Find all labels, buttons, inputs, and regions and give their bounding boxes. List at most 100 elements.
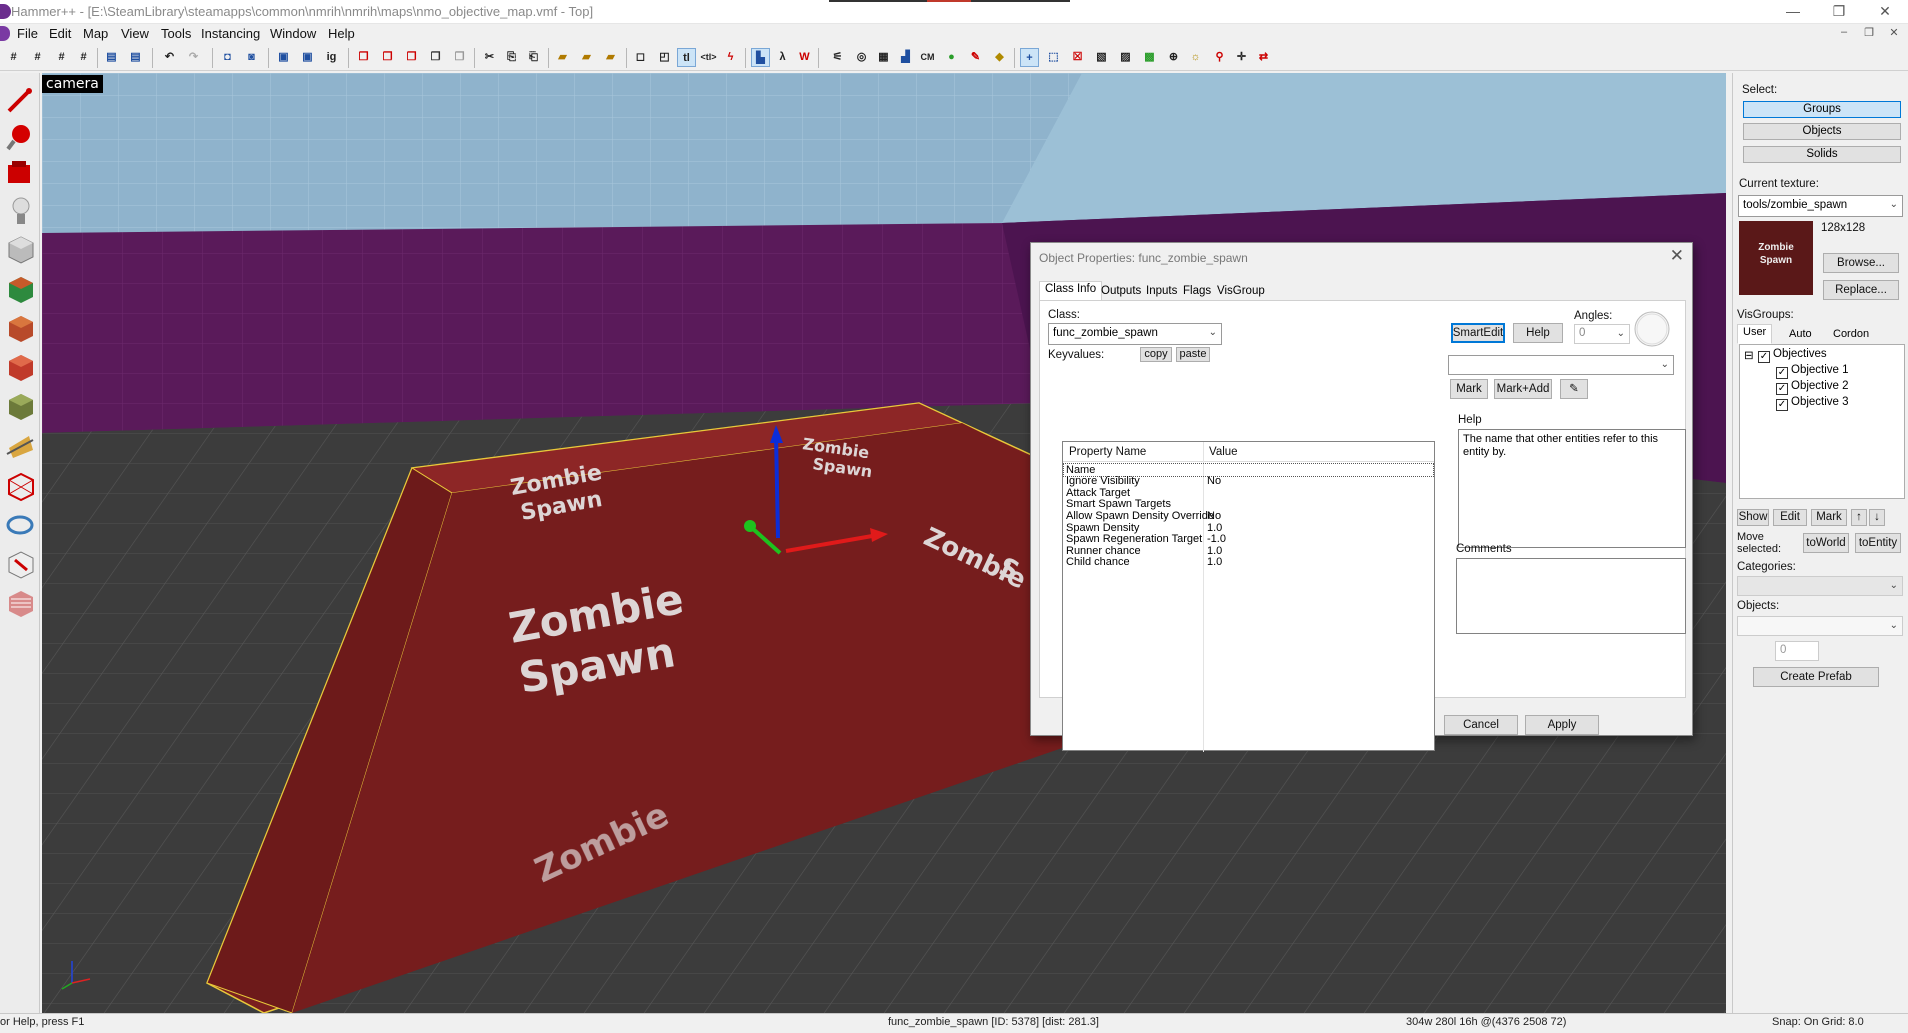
dialog-close-button[interactable]: ✕ — [1670, 246, 1684, 266]
show-hidden-icon[interactable]: ▣ — [298, 48, 317, 67]
tab-vis-auto[interactable]: Auto — [1783, 326, 1818, 344]
pin-icon[interactable]: ⚲ — [1210, 48, 1229, 67]
menu-map[interactable]: Map — [83, 26, 108, 41]
angle-dial-icon[interactable] — [1632, 309, 1672, 349]
texture-dropdown[interactable]: tools/zombie_spawn ⌄ — [1738, 195, 1903, 217]
move-icon[interactable]: ✛ — [1232, 48, 1251, 67]
menu-instancing[interactable]: Instancing — [201, 26, 260, 41]
angles-dropdown[interactable]: 0 ⌄ — [1574, 324, 1630, 344]
edit-button[interactable]: Edit — [1773, 509, 1807, 526]
undo-icon[interactable]: ↶ — [160, 48, 179, 67]
menu-window[interactable]: Window — [270, 26, 316, 41]
decal-tool-icon[interactable] — [3, 349, 37, 383]
lambda-icon[interactable]: λ — [773, 48, 792, 67]
grid-box-icon[interactable]: ▦ — [874, 48, 893, 67]
radar-icon[interactable]: ◎ — [852, 48, 871, 67]
cancel-button[interactable]: Cancel — [1444, 715, 1518, 735]
close-window-button[interactable]: ✕ — [1862, 0, 1908, 22]
maximize-button[interactable]: ❐ — [1816, 0, 1862, 22]
grid-toggle-icon[interactable]: # — [4, 48, 23, 67]
grid-3d-icon[interactable]: # — [74, 48, 93, 67]
objects-spinner[interactable]: 0 — [1775, 641, 1819, 661]
checkbox-icon[interactable]: ✓ — [1776, 367, 1788, 379]
ig-icon[interactable]: ig — [322, 48, 341, 67]
paste-button[interactable]: paste — [1176, 347, 1210, 362]
magnify-tool-icon[interactable] — [3, 120, 37, 154]
carve-icon[interactable]: ◘ — [218, 48, 237, 67]
visgroup-objectives[interactable]: ✓ Objectives — [1758, 348, 1827, 363]
replace-button[interactable]: Replace... — [1823, 280, 1899, 300]
cordon-tool-icon[interactable] — [3, 546, 37, 580]
create-prefab-button[interactable]: Create Prefab — [1753, 667, 1879, 687]
menu-tools[interactable]: Tools — [161, 26, 191, 41]
brush-2-icon[interactable]: ❐ — [378, 48, 397, 67]
paste-icon[interactable]: ⎗ — [524, 48, 543, 67]
show-models-icon[interactable]: ▙ — [751, 48, 770, 67]
texture-lock-icon[interactable]: ▰ — [553, 48, 572, 67]
tl-toggle-icon[interactable]: tl — [677, 48, 696, 67]
text-toggle-icon[interactable]: <tl> — [699, 48, 718, 67]
group-icon[interactable]: ▤ — [102, 48, 121, 67]
apply-texture-icon[interactable] — [3, 310, 37, 344]
target-icon[interactable]: ⊕ — [1164, 48, 1183, 67]
cube-icon[interactable]: ▩ — [1140, 48, 1159, 67]
mark-button[interactable]: Mark — [1450, 379, 1488, 399]
sphere-icon[interactable]: ● — [942, 48, 961, 67]
cm-icon[interactable]: CM — [918, 48, 937, 67]
mdi-minimize-button[interactable]: – — [1835, 26, 1853, 42]
to-world-button[interactable]: toWorld — [1803, 533, 1849, 553]
entity-icon[interactable]: ◆ — [990, 48, 1009, 67]
brush-5-icon[interactable]: ❐ — [450, 48, 469, 67]
hide-selected-icon[interactable]: ▣ — [274, 48, 293, 67]
menu-view[interactable]: View — [121, 26, 149, 41]
mark-visgroup-button[interactable]: Mark — [1811, 509, 1847, 526]
eyedropper-icon[interactable]: ✎ — [1560, 379, 1588, 399]
overlay-tool-icon[interactable] — [3, 388, 37, 422]
categories-dropdown[interactable]: ⌄ — [1737, 576, 1903, 596]
tab-vis-user[interactable]: User — [1737, 324, 1773, 344]
draw-icon[interactable]: ✎ — [966, 48, 985, 67]
apply-button[interactable]: Apply — [1525, 715, 1599, 735]
brush-3-icon[interactable]: ❐ — [402, 48, 421, 67]
redo-icon[interactable]: ↷ — [184, 48, 203, 67]
tab-vis-cordon[interactable]: Cordon — [1827, 326, 1875, 344]
mdi-restore-button[interactable]: ❐ — [1860, 26, 1878, 42]
arrows-icon[interactable]: ⇄ — [1254, 48, 1273, 67]
smartedit-button[interactable]: SmartEdit — [1451, 323, 1505, 343]
minimize-button[interactable]: — — [1770, 0, 1816, 22]
class-dropdown[interactable]: func_zombie_spawn ⌄ — [1048, 323, 1222, 345]
texture-tool-icon[interactable] — [3, 271, 37, 305]
checkbox-icon[interactable]: ✓ — [1758, 351, 1770, 363]
grid-smaller-icon[interactable]: # — [28, 48, 47, 67]
to-entity-button[interactable]: toEntity — [1855, 533, 1901, 553]
visgroup-objective-1[interactable]: ✓ Objective 1 — [1776, 364, 1849, 379]
box-select-icon[interactable]: ⬚ — [1044, 48, 1063, 67]
checkbox-icon[interactable]: ✓ — [1776, 399, 1788, 411]
overlap-icon[interactable]: ▟ — [896, 48, 915, 67]
ungroup-icon[interactable]: ▤ — [126, 48, 145, 67]
menu-file[interactable]: File — [17, 26, 38, 41]
show-button[interactable]: Show — [1737, 509, 1769, 526]
x-box-icon[interactable]: ☒ — [1068, 48, 1087, 67]
tree-expander-icon[interactable]: ⊟ — [1744, 348, 1754, 362]
w-icon[interactable]: W — [795, 48, 814, 67]
helpers-icon[interactable]: ⚟ — [828, 48, 847, 67]
clipping-tool-icon[interactable] — [3, 428, 37, 462]
menu-help[interactable]: Help — [328, 26, 355, 41]
selection-tool-icon[interactable] — [3, 83, 37, 117]
select-groups-button[interactable]: Groups — [1743, 101, 1901, 118]
copy-icon[interactable]: ⎘ — [502, 48, 521, 67]
prefab-tool-icon[interactable] — [3, 585, 37, 619]
visgroup-objective-2[interactable]: ✓ Objective 2 — [1776, 380, 1849, 395]
select-corner-icon[interactable]: ◰ — [655, 48, 674, 67]
objects-dropdown[interactable]: ⌄ — [1737, 616, 1903, 636]
copy-button[interactable]: copy — [1140, 347, 1172, 362]
brush-4-icon[interactable]: ❐ — [426, 48, 445, 67]
z-axis-gizmo[interactable] — [774, 434, 780, 539]
path-tool-icon[interactable] — [3, 508, 37, 542]
move-down-button[interactable]: ↓ — [1869, 509, 1885, 526]
table-row[interactable]: Child chance 1.0 — [1063, 556, 1434, 570]
y-axis-handle[interactable] — [744, 520, 756, 532]
checkbox-icon[interactable]: ✓ — [1776, 383, 1788, 395]
help-button[interactable]: Help — [1513, 323, 1563, 343]
